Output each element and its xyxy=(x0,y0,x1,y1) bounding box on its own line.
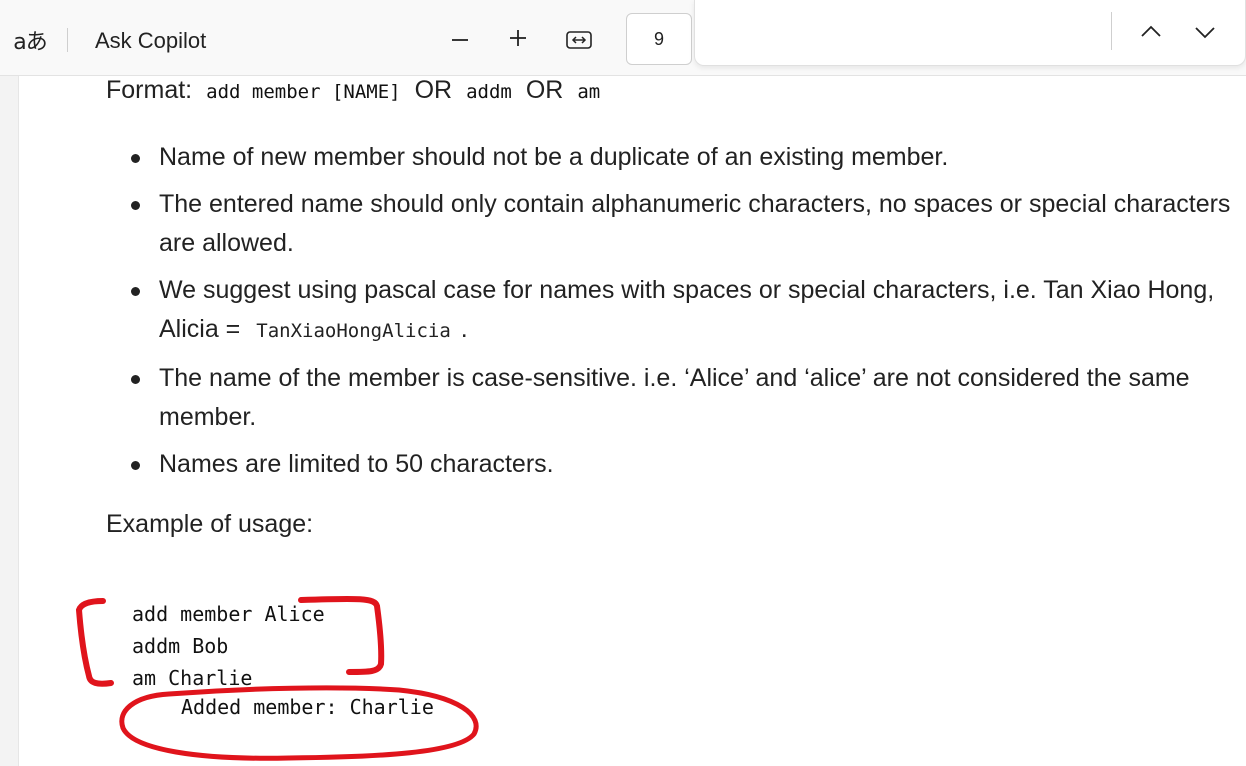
list-item: The entered name should only contain alp… xyxy=(131,185,1246,263)
toolbar-divider xyxy=(67,28,68,52)
format-or: OR xyxy=(414,76,453,104)
code-line: am Charlie xyxy=(132,666,253,690)
format-line: Format: add member [NAME] OR addm OR am xyxy=(106,76,600,108)
example-heading: Example of usage: xyxy=(106,510,314,538)
rules-list: Name of new member should not be a dupli… xyxy=(131,138,1246,492)
page-number-input[interactable]: 9 xyxy=(626,13,692,65)
code-line: addm Bob xyxy=(132,634,229,658)
list-item: The name of the member is case-sensitive… xyxy=(131,359,1246,437)
list-item: We suggest using pascal case for names w… xyxy=(131,271,1246,351)
chevron-up-icon[interactable] xyxy=(1137,18,1165,46)
inline-code: TanXiaoHongAlicia xyxy=(256,320,451,342)
format-command: am xyxy=(577,81,601,103)
ask-copilot-button[interactable]: Ask Copilot xyxy=(95,26,206,56)
format-command: addm xyxy=(466,81,512,103)
list-item: Names are limited to 50 characters. xyxy=(131,445,1246,484)
format-or: OR xyxy=(525,76,564,104)
translate-icon[interactable]: aあ xyxy=(12,26,48,55)
document-page: Format: add member [NAME] OR addm OR am … xyxy=(18,76,1246,766)
format-command: add member [NAME] xyxy=(206,81,401,103)
code-line: add member Alice xyxy=(132,602,325,626)
left-bracket-mark xyxy=(75,598,114,687)
list-item: Name of new member should not be a dupli… xyxy=(131,138,1246,177)
zoom-in-icon[interactable] xyxy=(504,22,532,54)
format-label: Format: xyxy=(106,76,193,104)
find-divider xyxy=(1111,12,1112,50)
find-panel xyxy=(694,0,1246,66)
fit-width-icon[interactable] xyxy=(563,26,595,54)
code-output: Added member: Charlie xyxy=(181,695,434,719)
chevron-down-icon[interactable] xyxy=(1191,18,1219,46)
code-block: add member Alice addm Bob am Charlie xyxy=(132,598,325,694)
zoom-out-icon[interactable] xyxy=(446,24,474,56)
